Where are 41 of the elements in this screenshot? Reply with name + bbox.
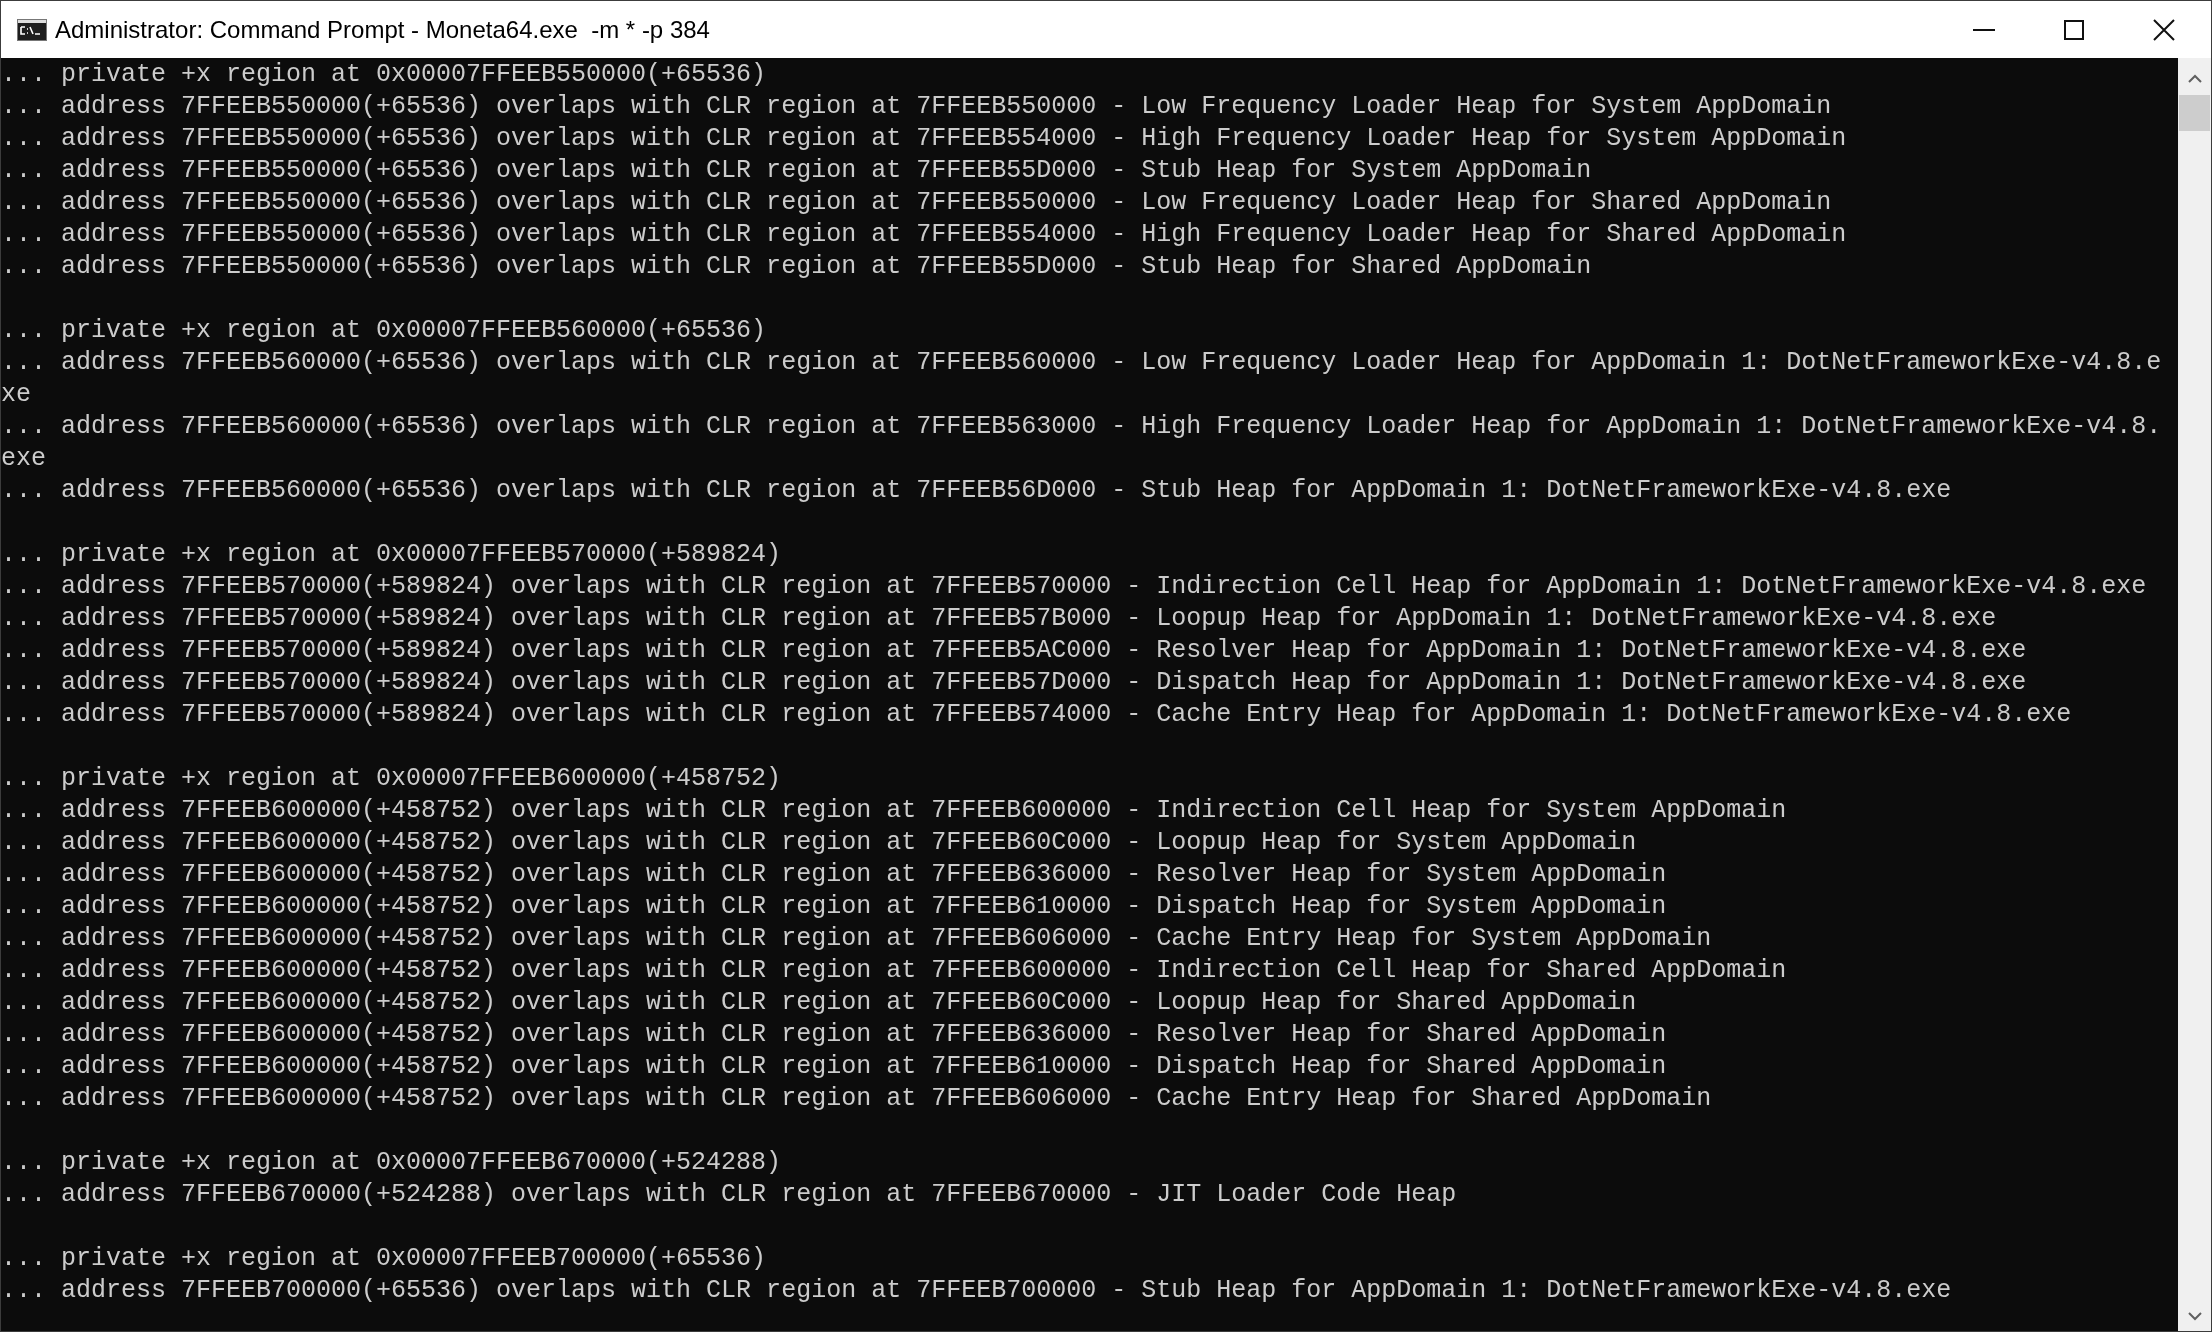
- console-line: ... address 7FFEEB560000(+65536) overlaps with CLR region at 7FFEEB56D000 - Stub Heap for AppDomain 1: DotNetFrameworkExe-v4.8.exe: [1, 475, 1953, 507]
- console-line: ... address 7FFEEB560000(+65536) overlaps with CLR region at 7FFEEB563000 - High Frequency Loader Heap for AppDomain 1: DotNetFrameworkExe-v4.8.exe: [1, 411, 2163, 475]
- console-line: ... address 7FFEEB550000(+65536) overlaps with CLR region at 7FFEEB554000 - High Frequency Loader Heap for Shared AppDomain: [1, 219, 1848, 251]
- maximize-icon: [2064, 19, 2084, 40]
- console-line: ... address 7FFEEB570000(+589824) overlaps with CLR region at 7FFEEB5AC000 - Resolver Heap for AppDomain 1: DotNetFrameworkExe-v4.8.exe: [1, 635, 2028, 667]
- console-line: ... address 7FFEEB700000(+65536) overlaps with CLR region at 7FFEEB700000 - Stub Heap for AppDomain 1: DotNetFrameworkExe-v4.8.exe: [1, 1275, 1953, 1307]
- console-line: ... address 7FFEEB560000(+65536) overlaps with CLR region at 7FFEEB560000 - Low Frequency Loader Heap for AppDomain 1: DotNetFrameworkExe-v4.8.exe: [1, 347, 2163, 411]
- console-line: ... private +x region at 0x00007FFEEB700000(+65536): [1, 1243, 768, 1275]
- scrollbar[interactable]: [2178, 58, 2211, 1331]
- minimize-icon: [1973, 28, 1995, 31]
- console-line: ... address 7FFEEB600000(+458752) overlaps with CLR region at 7FFEEB60C000 - Loopup Heap for System AppDomain: [1, 827, 1638, 859]
- console-line: ... private +x region at 0x00007FFEEB670000(+524288): [1, 1147, 783, 1179]
- console-line: ... private +x region at 0x00007FFEEB560000(+65536): [1, 315, 768, 347]
- console-line: ... address 7FFEEB570000(+589824) overlaps with CLR region at 7FFEEB57B000 - Loopup Heap for AppDomain 1: DotNetFrameworkExe-v4.8.exe: [1, 603, 1998, 635]
- console-line: ... address 7FFEEB550000(+65536) overlaps with CLR region at 7FFEEB550000 - Low Frequency Loader Heap for System AppDomain: [1, 91, 1833, 123]
- console-line: ... private +x region at 0x00007FFEEB550000(+65536): [1, 59, 768, 91]
- console-line: ... private +x region at 0x00007FFEEB570000(+589824): [1, 539, 783, 571]
- console-line: ... private +x region at 0x00007FFEEB600000(+458752): [1, 763, 783, 795]
- console-line: ... address 7FFEEB600000(+458752) overlaps with CLR region at 7FFEEB606000 - Cache Entry Heap for Shared AppDomain: [1, 1083, 1713, 1115]
- console-line: ... address 7FFEEB550000(+65536) overlaps with CLR region at 7FFEEB550000 - Low Frequency Loader Heap for Shared AppDomain: [1, 187, 1833, 219]
- console-line: ... address 7FFEEB570000(+589824) overlaps with CLR region at 7FFEEB57D000 - Dispatch Heap for AppDomain 1: DotNetFrameworkExe-v4.8.exe: [1, 667, 2028, 699]
- console-line: ... address 7FFEEB600000(+458752) overlaps with CLR region at 7FFEEB60C000 - Loopup Heap for Shared AppDomain: [1, 987, 1638, 1019]
- console-line: ... address 7FFEEB600000(+458752) overlaps with CLR region at 7FFEEB600000 - Indirection Cell Heap for System AppDomain: [1, 795, 1788, 827]
- console-line: ... address 7FFEEB600000(+458752) overlaps with CLR region at 7FFEEB600000 - Indirection Cell Heap for Shared AppDomain: [1, 955, 1788, 987]
- console-line: ... address 7FFEEB550000(+65536) overlaps with CLR region at 7FFEEB554000 - High Frequency Loader Heap for System AppDomain: [1, 123, 1848, 155]
- console-app-icon: [17, 18, 47, 41]
- console-line: ... address 7FFEEB570000(+589824) overlaps with CLR region at 7FFEEB574000 - Cache Entry Heap for AppDomain 1: DotNetFrameworkExe-v4.8.exe: [1, 699, 2073, 731]
- console-line: ... address 7FFEEB600000(+458752) overlaps with CLR region at 7FFEEB636000 - Resolver Heap for System AppDomain: [1, 859, 1668, 891]
- console-line: ... address 7FFEEB550000(+65536) overlaps with CLR region at 7FFEEB55D000 - Stub Heap for Shared AppDomain: [1, 251, 1593, 283]
- scroll-down-icon[interactable]: [2187, 1312, 2202, 1321]
- window-title: Administrator: Command Prompt - Moneta64.exe -m * -p 384: [55, 14, 710, 45]
- scrollbar-thumb[interactable]: [2179, 95, 2210, 131]
- console-line: ... address 7FFEEB570000(+589824) overlaps with CLR region at 7FFEEB570000 - Indirection Cell Heap for AppDomain 1: DotNetFrameworkExe-v4.8.exe: [1, 571, 2148, 603]
- close-icon: [2153, 18, 2175, 41]
- console-line: ... address 7FFEEB600000(+458752) overlaps with CLR region at 7FFEEB610000 - Dispatch Heap for Shared AppDomain: [1, 1051, 1668, 1083]
- scroll-up-icon[interactable]: [2187, 74, 2202, 83]
- console-line: ... address 7FFEEB670000(+524288) overlaps with CLR region at 7FFEEB670000 - JIT Loader Code Heap: [1, 1179, 1458, 1211]
- console-line: ... address 7FFEEB550000(+65536) overlaps with CLR region at 7FFEEB55D000 - Stub Heap for System AppDomain: [1, 155, 1593, 187]
- console-line: ... address 7FFEEB600000(+458752) overlaps with CLR region at 7FFEEB606000 - Cache Entry Heap for System AppDomain: [1, 923, 1713, 955]
- console-line: ... address 7FFEEB600000(+458752) overlaps with CLR region at 7FFEEB636000 - Resolver Heap for Shared AppDomain: [1, 1019, 1668, 1051]
- console-line: ... address 7FFEEB600000(+458752) overlaps with CLR region at 7FFEEB610000 - Dispatch Heap for System AppDomain: [1, 891, 1668, 923]
